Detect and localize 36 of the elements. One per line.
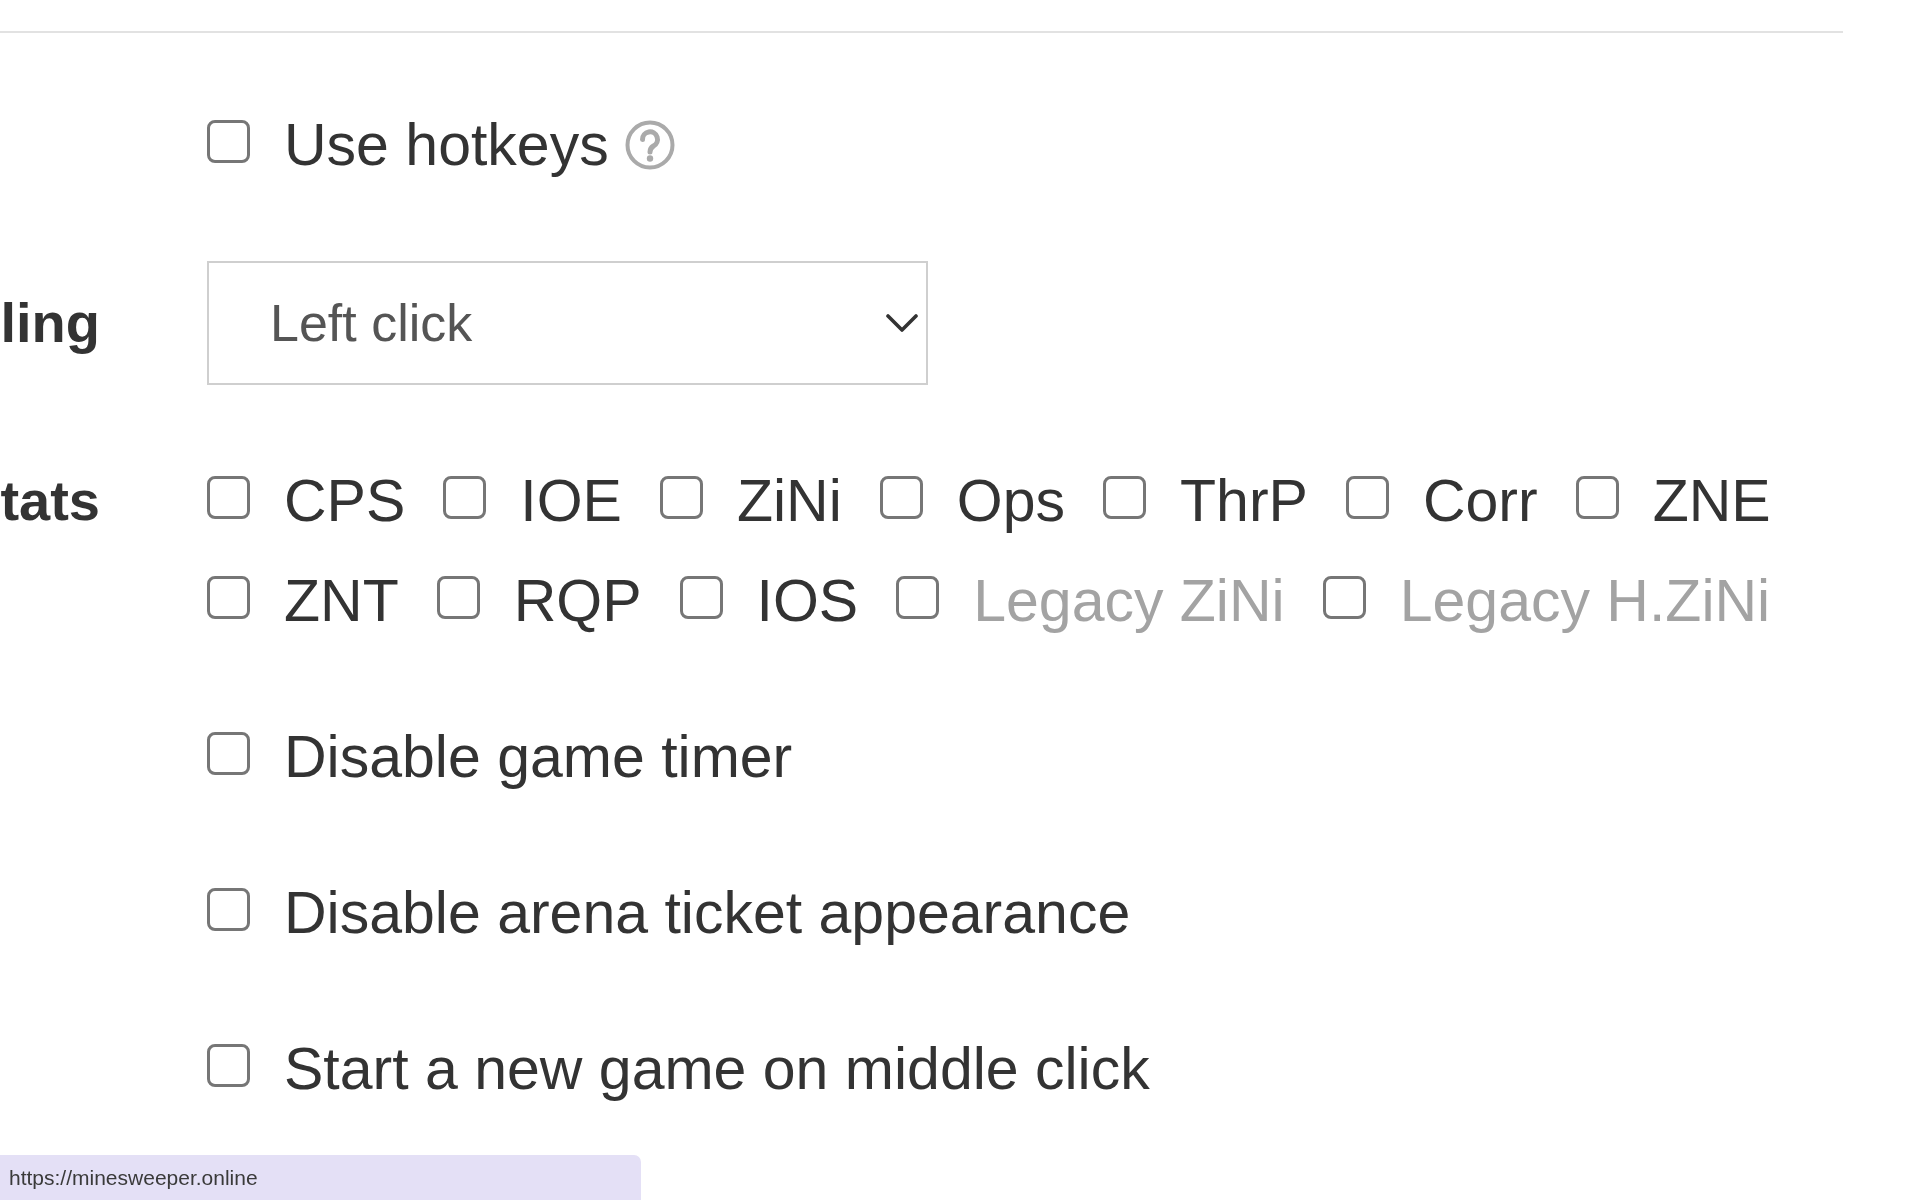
chevron-down-icon <box>886 314 918 332</box>
dropdown[interactable]: Left click <box>207 261 928 385</box>
checkbox[interactable] <box>1103 476 1147 519</box>
checkbox[interactable] <box>1575 476 1619 519</box>
checkbox-label: IOE <box>520 467 622 536</box>
checkbox[interactable] <box>207 120 250 163</box>
checkbox[interactable] <box>659 476 703 519</box>
checkbox[interactable] <box>679 576 723 619</box>
checkbox[interactable] <box>436 576 480 619</box>
checkbox-label: ThrP <box>1180 467 1308 536</box>
checkbox-label: Corr <box>1422 467 1538 536</box>
checkbox-label: Use hotkeys <box>284 111 609 180</box>
checkbox[interactable] <box>1345 476 1389 519</box>
checkbox-label: ZiNi <box>736 467 842 536</box>
checkbox-label: Ops <box>956 467 1066 536</box>
checkbox[interactable] <box>207 732 250 775</box>
help-icon[interactable] <box>624 120 675 170</box>
checkbox[interactable] <box>879 476 923 519</box>
checkbox-label: RQP <box>513 567 642 636</box>
status-url: https://minesweeper.online <box>9 1165 258 1190</box>
checkbox-label: IOS <box>756 567 859 636</box>
checkbox[interactable] <box>207 576 250 619</box>
checkbox-label: ZNT <box>284 567 399 636</box>
checkbox-label: Disable arena ticket appearance <box>284 879 1131 948</box>
checkbox-label: Legacy H.ZiNi <box>1399 567 1771 636</box>
setting-label: ling <box>0 290 100 356</box>
checkbox[interactable] <box>207 888 250 931</box>
checkbox-label: CPS <box>284 467 406 536</box>
checkbox[interactable] <box>443 476 487 519</box>
checkbox-label: Legacy ZiNi <box>973 567 1285 636</box>
checkbox-label: ZNE <box>1652 467 1771 536</box>
checkbox[interactable] <box>207 1044 250 1087</box>
checkbox-label: Disable game timer <box>284 723 793 792</box>
checkbox-label: Start a new game on middle click <box>284 1035 1150 1104</box>
checkbox[interactable] <box>207 476 250 519</box>
setting-label: tats <box>0 468 100 534</box>
